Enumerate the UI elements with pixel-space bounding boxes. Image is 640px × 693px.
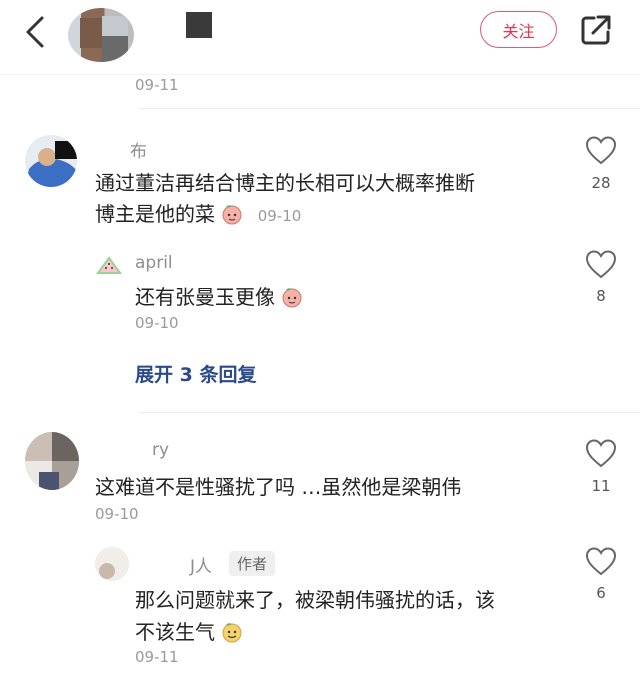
reply-username[interactable]: april [135, 253, 173, 273]
comment-text-cont: 博主是他的菜 [95, 202, 215, 226]
author-badge: 作者 [229, 551, 276, 576]
author-avatar[interactable] [68, 8, 134, 62]
header-divider [0, 74, 640, 75]
comment-divider [140, 412, 640, 413]
commenter-avatar[interactable] [25, 432, 79, 490]
reply-avatar[interactable] [95, 547, 129, 581]
reply-date: 09-10 [135, 314, 179, 332]
username-redaction [186, 12, 212, 38]
watermelon-icon [96, 256, 122, 274]
reply-text: 还有张曼玉更像 [135, 285, 275, 309]
reply-text-line: 还有张曼玉更像 [135, 282, 303, 313]
post-date: 09-11 [135, 76, 179, 94]
smile-emoji-icon [222, 623, 242, 643]
reply-text: 那么问题就来了，被梁朝伟骚扰的话，该 [135, 588, 495, 612]
peach-emoji-icon [222, 205, 242, 225]
like-count: 6 [596, 584, 606, 602]
commenter-avatar[interactable] [25, 135, 77, 187]
comment-date: 09-10 [95, 505, 139, 523]
like-count: 11 [591, 477, 611, 495]
heart-icon[interactable] [584, 545, 618, 577]
comment-username[interactable]: ry [152, 440, 169, 460]
peach-emoji-icon [282, 288, 302, 308]
comment-username[interactable]: 布 [130, 137, 147, 162]
comment-text: 这难道不是性骚扰了吗 …虽然他是梁朝伟 [95, 475, 462, 499]
section-divider [140, 108, 640, 109]
heart-icon[interactable] [584, 437, 618, 469]
reply-username[interactable]: J人 [190, 552, 212, 577]
like-count: 28 [591, 174, 611, 192]
comment-text: 通过董洁再结合博主的长相可以大概率推断 [95, 171, 475, 195]
comment-text-line2: 博主是他的菜 09-10 [95, 199, 301, 232]
heart-icon[interactable] [584, 248, 618, 280]
share-icon[interactable] [578, 12, 614, 48]
reply-date: 09-11 [135, 648, 179, 666]
expand-replies-button[interactable]: 展开 3 条回复 [135, 360, 256, 387]
reply-text-line2: 不该生气 [135, 617, 243, 648]
comment-date: 09-10 [257, 207, 302, 225]
like-count: 8 [596, 287, 606, 305]
reply-text-cont: 不该生气 [135, 620, 215, 644]
follow-button[interactable]: 关注 [480, 11, 557, 48]
back-arrow-icon[interactable] [18, 14, 54, 50]
heart-icon[interactable] [584, 134, 618, 166]
